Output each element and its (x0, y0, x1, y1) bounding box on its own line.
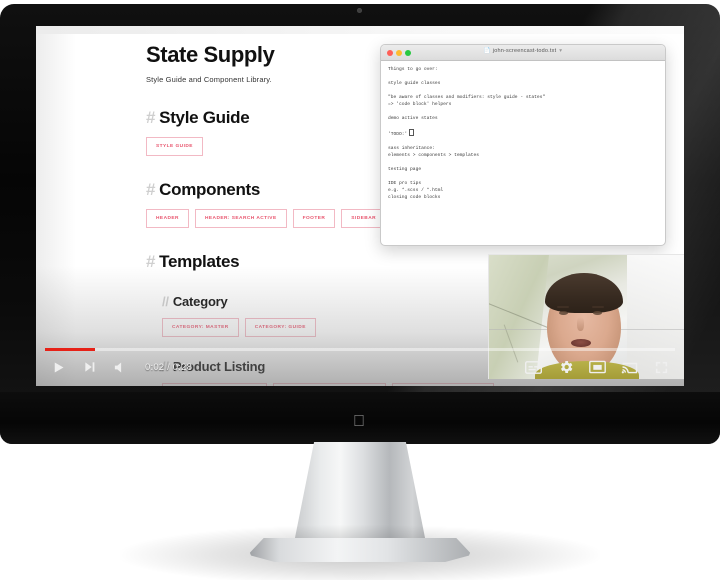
screenshot-stage: State Supply Style Guide and Component L… (0, 0, 720, 580)
miniplayer-icon[interactable] (589, 359, 606, 376)
progress-bar-track[interactable] (45, 348, 675, 351)
pill-category-guide[interactable]: CATEGORY: GUIDE (244, 318, 316, 337)
presenter-nose (577, 317, 584, 331)
editor-line: Things to go over: (388, 67, 438, 72)
editor-line: testing page (388, 167, 422, 172)
pill-category-master[interactable]: CATEGORY: MASTER (162, 318, 239, 337)
editor-line: closing code blocks (388, 195, 441, 200)
next-video-icon[interactable] (81, 359, 98, 376)
section-label: Templates (159, 252, 240, 271)
pill-footer[interactable]: FOOTER (292, 209, 336, 228)
browser-top-strip (36, 26, 684, 34)
play-icon[interactable] (50, 359, 67, 376)
screen-viewport: State Supply Style Guide and Component L… (36, 26, 684, 386)
editor-text-area[interactable]: Things to go over: style guide classes "… (381, 61, 665, 206)
subsection-label: Category (172, 294, 228, 309)
progress-bar-fill (45, 348, 96, 351)
editor-line: IDE pro tips (388, 181, 422, 186)
document-icon: 📄 (483, 48, 491, 54)
cast-icon[interactable] (621, 359, 638, 376)
presenter-eye-right (593, 311, 602, 315)
player-right-controls (525, 354, 670, 380)
player-left-controls: 0:02 / 0:28 (50, 354, 192, 380)
captions-icon[interactable] (525, 359, 542, 376)
hash-marker-icon: # (146, 180, 156, 199)
editor-line: => 'code block' helpers (388, 102, 452, 107)
fullscreen-icon[interactable] (653, 359, 670, 376)
section-label: Style Guide (159, 108, 250, 127)
pill-style-guide[interactable]: STYLE GUIDE (146, 137, 203, 156)
imac-stand-foot (248, 538, 472, 562)
presenter-eye-left (559, 311, 568, 315)
slash-marker-icon: // (162, 294, 169, 309)
editor-line: 'TODO:' (388, 132, 408, 137)
presenter-eyebrow-left (557, 306, 569, 308)
text-cursor-icon (409, 129, 415, 136)
timecode-display: 0:02 / 0:28 (145, 361, 193, 373)
window-filename: john-screencast-todo.txt (492, 48, 557, 54)
editor-line: elements > components > templates (388, 153, 479, 158)
video-player-controls: 0:02 / 0:28 (36, 344, 684, 386)
pill-header[interactable]: HEADER (146, 209, 189, 228)
volume-icon[interactable] (112, 359, 129, 376)
hash-marker-icon: # (146, 108, 156, 127)
presenter-eyebrow-right (592, 306, 604, 308)
apple-logo-icon:  (352, 413, 366, 430)
editor-line: e.g. *.scss / *.html (388, 188, 444, 193)
section-label: Components (159, 180, 261, 199)
editor-line: "be aware of classes and modifiers: styl… (388, 95, 546, 100)
hash-marker-icon: # (146, 252, 156, 271)
facetime-camera-icon (357, 8, 362, 13)
window-title: 📄 john-screencast-todo.txt ▾ (381, 48, 665, 54)
editor-line: style guide classes (388, 81, 441, 86)
page-left-vignette (36, 34, 76, 386)
chevron-down-icon[interactable]: ▾ (559, 48, 562, 54)
settings-gear-icon[interactable] (557, 359, 574, 376)
text-editor-window[interactable]: 📄 john-screencast-todo.txt ▾ Things to go … (380, 44, 666, 246)
pill-header-search-active[interactable]: HEADER: SEARCH ACTIVE (194, 209, 287, 228)
editor-line: sass inheritance: (388, 146, 435, 151)
editor-line: demo active states (388, 116, 438, 121)
window-titlebar[interactable]: 📄 john-screencast-todo.txt ▾ (381, 45, 665, 61)
